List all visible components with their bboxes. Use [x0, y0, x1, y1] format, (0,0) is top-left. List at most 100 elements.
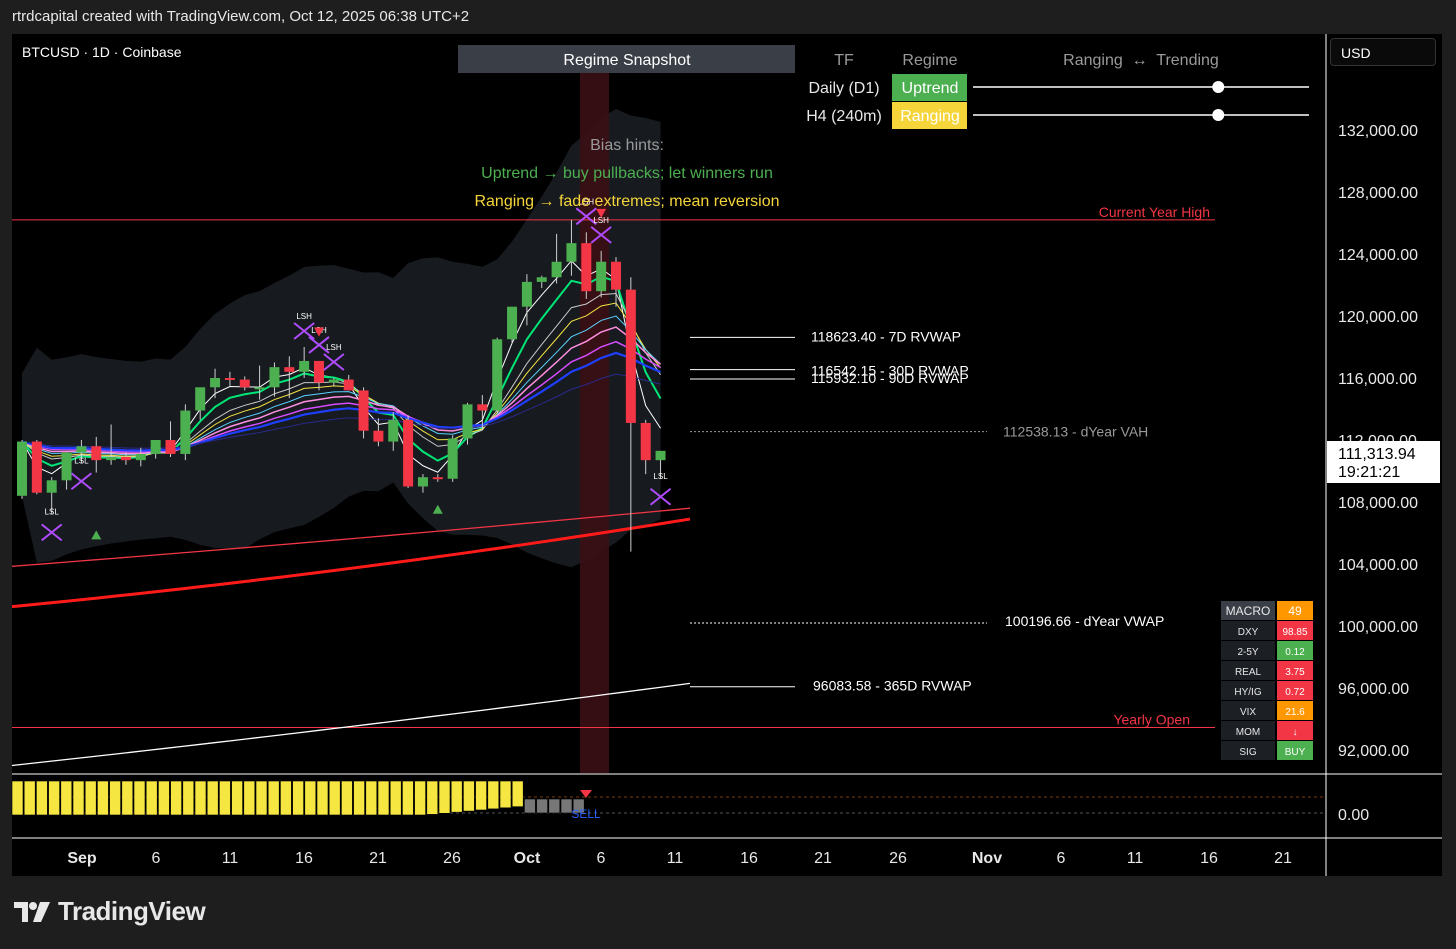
countdown-label: 19:21:21: [1338, 464, 1400, 481]
price-tick-label: 128,000.00: [1338, 185, 1418, 202]
candle-body: [417, 477, 428, 487]
osc-zero-label: 0.00: [1338, 807, 1369, 824]
candle-body: [492, 339, 503, 411]
time-tick-label: 16: [295, 850, 313, 867]
macro-row-label: SIG: [1239, 747, 1256, 758]
price-tick-label: 116,000.00: [1338, 371, 1417, 388]
regime-scale-knob[interactable]: [1212, 109, 1225, 121]
level-label: 96083.58 - 365D RVWAP: [813, 678, 972, 694]
osc-bar: [231, 780, 243, 816]
osc-bar: [475, 780, 487, 811]
level-label: Yearly Open: [1113, 712, 1190, 728]
candle-body: [462, 404, 473, 439]
time-tick-label: 11: [667, 850, 684, 867]
regime-col-scale: Ranging ↔ Trending: [1063, 52, 1219, 69]
tradingview-logo: TradingView: [14, 896, 206, 927]
price-tick-label: 108,000.00: [1338, 495, 1418, 512]
candle-body: [343, 379, 354, 391]
regime-tf-label: Daily (D1): [808, 80, 879, 97]
candle-body: [551, 261, 562, 278]
candle-body: [195, 387, 206, 411]
candle-body: [611, 261, 621, 290]
osc-bar: [438, 780, 451, 814]
candle-body: [210, 378, 221, 388]
price-tick-label: 104,000.00: [1338, 557, 1418, 574]
osc-bar: [60, 780, 73, 816]
osc-bar: [194, 780, 207, 816]
macro-row-value: 21.6: [1285, 707, 1305, 718]
osc-bar: [121, 780, 134, 816]
regime-scale-knob[interactable]: [1212, 81, 1225, 93]
osc-bar: [48, 780, 60, 816]
time-tick-label: 6: [597, 850, 606, 867]
candle-body: [655, 450, 666, 461]
osc-bar: [267, 780, 280, 816]
time-tick-label: 21: [369, 850, 387, 867]
osc-bar: [389, 780, 402, 816]
bias-title: Bias hints:: [590, 137, 664, 154]
tradingview-mark-icon: [14, 901, 50, 922]
candle-body: [447, 438, 458, 479]
candle-body: [120, 457, 131, 461]
time-tick-label: 11: [1127, 850, 1144, 867]
regime-badge-label: Ranging: [900, 108, 960, 125]
bias-uptrend: Uptrend → buy pullbacks; let winners run: [481, 165, 773, 182]
time-tick-label: 6: [1057, 850, 1066, 867]
candle-body: [373, 430, 384, 442]
regime-col-tf: TF: [834, 52, 854, 69]
candle-body: [596, 261, 607, 292]
osc-bar: [11, 780, 24, 816]
osc-bar: [524, 798, 536, 814]
osc-bar: [133, 780, 146, 816]
event-highlight-band: [580, 45, 609, 773]
candle-body: [581, 243, 592, 292]
macro-row-value: 0.12: [1285, 647, 1305, 658]
candle-body: [239, 379, 250, 388]
macro-row-value: BUY: [1285, 747, 1306, 758]
regime-col-regime: Regime: [902, 52, 957, 69]
time-tick-label: 26: [889, 850, 907, 867]
candle-body: [299, 360, 310, 372]
osc-bar: [304, 780, 317, 816]
price-chart[interactable]: Current Year High118623.40 - 7D RVWAP116…: [0, 0, 1456, 949]
swing-label: LSL: [45, 507, 60, 516]
symbol-line: BTCUSD · 1D · Coinbase: [22, 44, 182, 60]
osc-sell-label: SELL: [571, 807, 601, 821]
osc-bar: [328, 780, 341, 816]
candle-body: [106, 457, 117, 461]
currency-button[interactable]: USD: [1330, 38, 1436, 66]
osc-bar: [414, 780, 426, 816]
candle-body: [536, 277, 547, 282]
candle-body: [31, 441, 42, 493]
osc-bar: [280, 780, 292, 816]
candle-body: [135, 453, 146, 461]
macro-row-label: REAL: [1235, 667, 1262, 678]
osc-bar: [23, 780, 36, 816]
candle-body: [388, 419, 399, 442]
osc-bar: [365, 780, 378, 816]
macro-row-value: 3.75: [1285, 667, 1305, 678]
level-label: Current Year High: [1099, 204, 1210, 220]
candle-body: [432, 477, 443, 480]
macro-row-label: 2-5Y: [1237, 647, 1258, 658]
time-tick-label: Nov: [972, 850, 1002, 867]
osc-bar: [536, 798, 548, 814]
candle-body: [224, 378, 235, 380]
time-tick-label: 16: [740, 850, 758, 867]
regime-badge-label: Uptrend: [902, 80, 959, 97]
candle-body: [165, 440, 176, 454]
candle-body: [254, 387, 265, 390]
level-label: 112538.13 - dYear VAH: [1003, 424, 1148, 440]
osc-bar: [145, 780, 158, 816]
candle-body: [91, 446, 102, 461]
osc-bar: [426, 780, 439, 815]
time-tick-label: 11: [222, 850, 239, 867]
time-tick-label: 21: [814, 850, 832, 867]
swing-label: LSH: [296, 312, 312, 321]
candle-body: [625, 289, 636, 423]
candle-body: [269, 367, 280, 388]
price-tick-label: 120,000.00: [1338, 309, 1418, 326]
candle-body: [640, 422, 651, 461]
macro-row-label: DXY: [1238, 627, 1259, 638]
swing-label: LSL: [74, 456, 89, 465]
